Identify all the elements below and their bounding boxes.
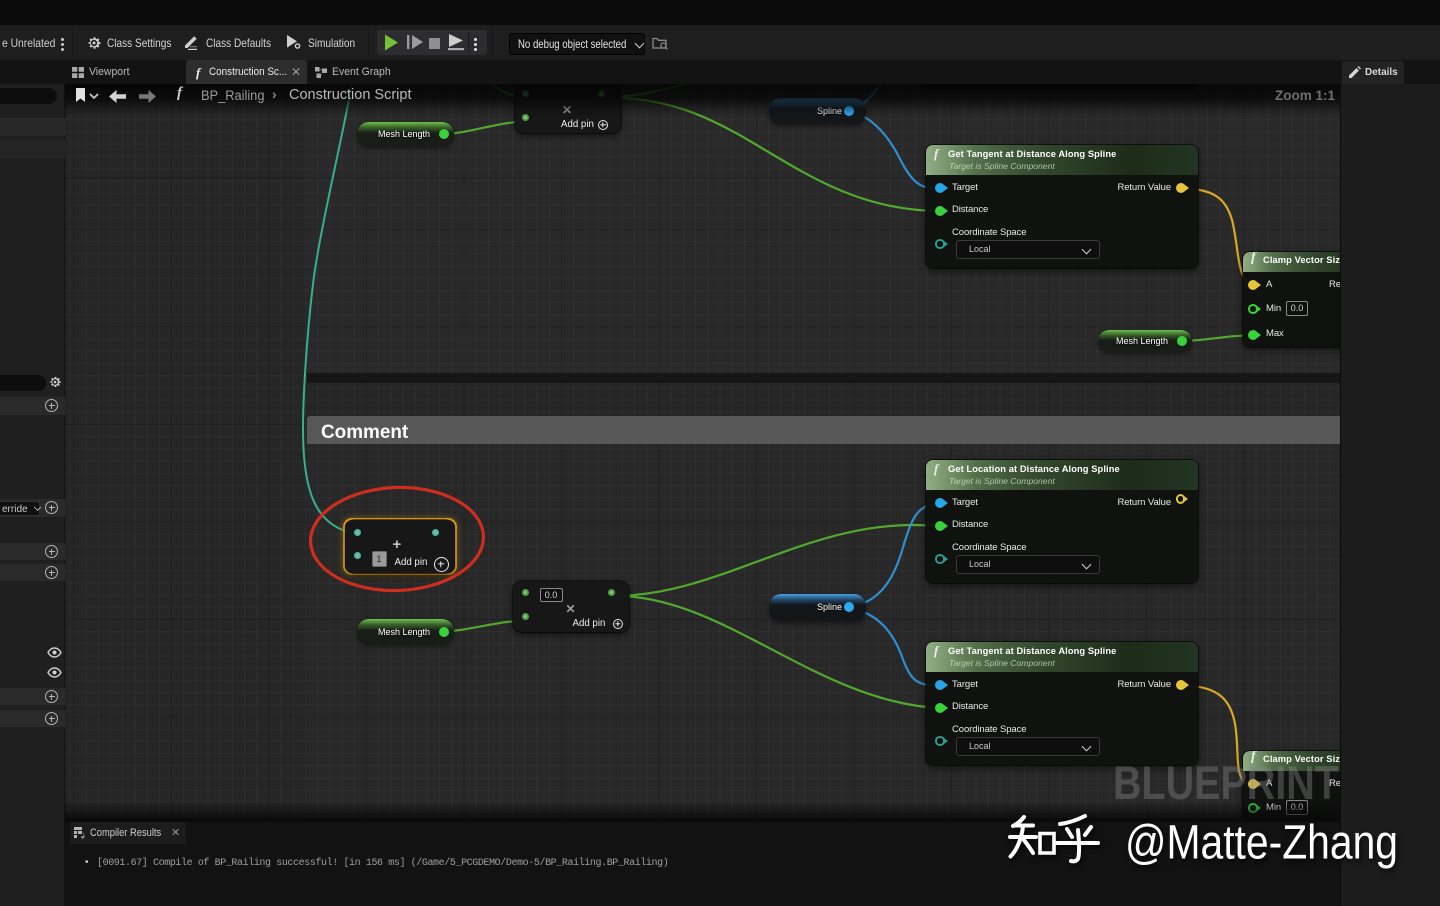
svg-text:@Matte-Zhang: @Matte-Zhang — [1125, 817, 1398, 870]
